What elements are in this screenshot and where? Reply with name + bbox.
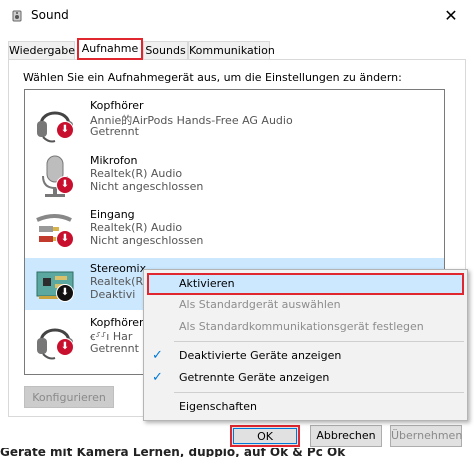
disabled-arrow-icon: ⬇	[56, 284, 74, 302]
apply-button[interactable]: Übernehmen	[390, 425, 462, 447]
window-title: Sound	[31, 8, 69, 22]
ok-button[interactable]: OK	[230, 425, 300, 447]
menu-item-set-default-device[interactable]: Als Standardgerät auswählen	[147, 294, 464, 316]
cancel-button[interactable]: Abbrechen	[310, 425, 382, 447]
checkmark-icon: ✓	[152, 348, 163, 363]
background-text: Geräte mit Kamera Lernen, duppio, auf Ok…	[0, 448, 346, 457]
title-bar: Sound ✕	[0, 0, 474, 32]
disconnected-arrow-icon: ⬇	[56, 176, 74, 194]
tab-communication[interactable]: Kommunikation	[188, 41, 275, 59]
close-button[interactable]: ✕	[428, 0, 474, 32]
menu-separator	[174, 392, 464, 393]
device-item-headphones-airpods[interactable]: ⬇ Kopfhörer Annie的AirPods Hands-Free AG …	[25, 95, 444, 147]
disconnected-arrow-icon: ⬇	[56, 338, 74, 356]
menu-separator	[174, 341, 464, 342]
menu-item-properties[interactable]: Eigenschaften	[147, 396, 464, 418]
tab-strip: Wiedergabe Aufnahme Sounds Kommunikation	[8, 38, 468, 60]
menu-item-show-disconnected-devices[interactable]: ✓ Getrennte Geräte anzeigen	[147, 367, 464, 389]
menu-item-set-default-communication[interactable]: Als Standardkommunikationsgerät festlege…	[147, 316, 464, 338]
tab-playback[interactable]: Wiedergabe	[8, 41, 75, 59]
instruction-text: Wählen Sie ein Aufnahmegerät aus, um die…	[23, 71, 402, 84]
device-item-line-in[interactable]: ⬇ Eingang Realtek(R) Audio Nicht angesch…	[25, 204, 444, 256]
menu-item-show-disabled-devices[interactable]: ✓ Deaktivierte Geräte anzeigen	[147, 345, 464, 367]
device-item-microphone[interactable]: ⬇ Mikrofon Realtek(R) Audio Nicht angesc…	[25, 150, 444, 202]
close-icon: ✕	[444, 6, 458, 25]
menu-item-enable[interactable]: Aktivieren	[147, 273, 464, 295]
configure-button[interactable]: Konfigurieren	[24, 386, 114, 408]
tab-sounds[interactable]: Sounds	[143, 41, 188, 59]
disconnected-arrow-icon: ⬇	[56, 230, 74, 248]
tab-recording[interactable]: Aufnahme	[77, 38, 143, 60]
speaker-icon	[12, 10, 22, 22]
checkmark-icon: ✓	[152, 370, 163, 385]
disconnected-arrow-icon: ⬇	[56, 121, 74, 139]
context-menu: Aktivieren Als Standardgerät auswählen A…	[143, 269, 468, 421]
